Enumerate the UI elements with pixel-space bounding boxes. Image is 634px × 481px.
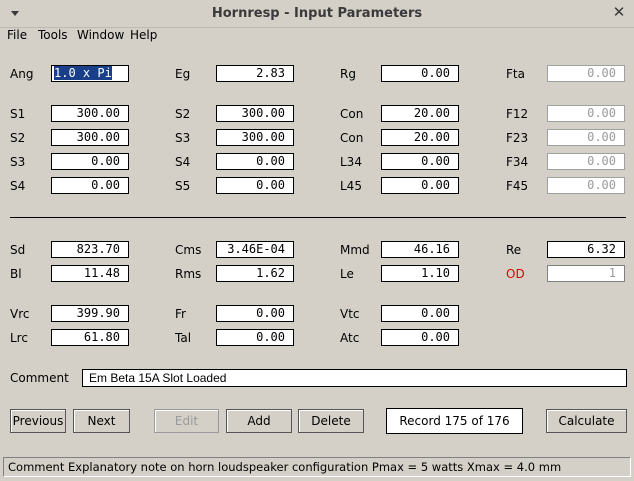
label-f12: F12 — [506, 107, 529, 121]
label-ang: Ang — [10, 67, 34, 81]
s4-upper-field[interactable]: 0.00 — [216, 153, 294, 170]
l45-field[interactable]: 0.00 — [381, 177, 459, 194]
le-field[interactable]: 1.10 — [381, 265, 459, 282]
con-2-field[interactable]: 20.00 — [381, 129, 459, 146]
label-le: Le — [340, 267, 354, 281]
label-f34: F34 — [506, 155, 529, 169]
menu-window[interactable]: Window — [77, 28, 124, 42]
lrc-field[interactable]: 61.80 — [51, 329, 129, 346]
l34-field[interactable]: 0.00 — [381, 153, 459, 170]
ang-value: 1.0 x Pi — [54, 66, 112, 80]
menu-bar: File Tools Window Help — [0, 27, 634, 45]
fta-field: 0.00 — [547, 65, 625, 82]
s5-field[interactable]: 0.00 — [216, 177, 294, 194]
label-f23: F23 — [506, 131, 529, 145]
s1-field[interactable]: 300.00 — [51, 105, 129, 122]
bl-field[interactable]: 11.48 — [51, 265, 129, 282]
window-title: Hornresp - Input Parameters — [211, 6, 423, 21]
rg-field[interactable]: 0.00 — [381, 65, 459, 82]
label-fr: Fr — [175, 307, 186, 321]
label-fta: Fta — [506, 67, 525, 81]
cms-field[interactable]: 3.46E-04 — [216, 241, 294, 258]
close-icon[interactable]: ✕ — [610, 3, 628, 21]
s2-field[interactable]: 300.00 — [51, 129, 129, 146]
previous-button[interactable]: Previous — [10, 409, 66, 433]
label-cms: Cms — [175, 243, 202, 257]
f34-field: 0.00 — [547, 153, 625, 170]
label-f45: F45 — [506, 179, 529, 193]
label-lrc: Lrc — [10, 331, 28, 345]
label-l45: L45 — [340, 179, 362, 193]
tal-field[interactable]: 0.00 — [216, 329, 294, 346]
label-s5: S5 — [175, 179, 191, 193]
label-comment: Comment — [10, 371, 69, 385]
label-s3: S3 — [10, 155, 26, 169]
record-indicator: Record 175 of 176 — [386, 408, 523, 434]
vrc-field[interactable]: 399.90 — [51, 305, 129, 322]
label-s4: S4 — [10, 179, 26, 193]
rms-field[interactable]: 1.62 — [216, 265, 294, 282]
f45-field: 0.00 — [547, 177, 625, 194]
section-divider — [10, 217, 626, 218]
label-od[interactable]: OD — [506, 267, 525, 281]
label-l34: L34 — [340, 155, 362, 169]
f12-field: 0.00 — [547, 105, 625, 122]
con-1-field[interactable]: 20.00 — [381, 105, 459, 122]
ang-field[interactable]: 1.0 x Pi — [51, 65, 129, 82]
label-s4-upper: S4 — [175, 155, 191, 169]
f23-field: 0.00 — [547, 129, 625, 146]
label-tal: Tal — [175, 331, 192, 345]
title-bar: Hornresp - Input Parameters ✕ — [0, 0, 634, 28]
label-re: Re — [506, 243, 522, 257]
eg-field[interactable]: 2.83 — [216, 65, 294, 82]
status-bar: Comment Explanatory note on horn loudspe… — [3, 457, 631, 477]
menu-file[interactable]: File — [7, 28, 27, 42]
mmd-field[interactable]: 46.16 — [381, 241, 459, 258]
label-s1: S1 — [10, 107, 26, 121]
label-bl: Bl — [10, 267, 22, 281]
s2-upper-field[interactable]: 300.00 — [216, 105, 294, 122]
s3-field[interactable]: 0.00 — [51, 153, 129, 170]
label-vrc: Vrc — [10, 307, 30, 321]
add-button[interactable]: Add — [226, 409, 292, 433]
label-rms: Rms — [175, 267, 202, 281]
label-mmd: Mmd — [340, 243, 370, 257]
s3-upper-field[interactable]: 300.00 — [216, 129, 294, 146]
calculate-button[interactable]: Calculate — [546, 409, 627, 433]
label-atc: Atc — [340, 331, 360, 345]
od-field: 1 — [547, 265, 625, 282]
atc-field[interactable]: 0.00 — [381, 329, 459, 346]
menu-tools[interactable]: Tools — [38, 28, 68, 42]
label-s2: S2 — [10, 131, 26, 145]
s4-field[interactable]: 0.00 — [51, 177, 129, 194]
label-con-2: Con — [340, 131, 364, 145]
delete-button[interactable]: Delete — [298, 409, 364, 433]
fr-field[interactable]: 0.00 — [216, 305, 294, 322]
label-vtc: Vtc — [340, 307, 360, 321]
label-s2-upper: S2 — [175, 107, 191, 121]
label-con-1: Con — [340, 107, 364, 121]
vtc-field[interactable]: 0.00 — [381, 305, 459, 322]
label-sd: Sd — [10, 243, 26, 257]
edit-button: Edit — [154, 409, 219, 433]
label-rg: Rg — [340, 67, 356, 81]
menu-help[interactable]: Help — [130, 28, 157, 42]
comment-field[interactable]: Em Beta 15A Slot Loaded — [82, 369, 627, 387]
sd-field[interactable]: 823.70 — [51, 241, 129, 258]
label-eg: Eg — [175, 67, 191, 81]
label-s3-upper: S3 — [175, 131, 191, 145]
re-field[interactable]: 6.32 — [547, 241, 625, 258]
next-button[interactable]: Next — [73, 409, 130, 433]
